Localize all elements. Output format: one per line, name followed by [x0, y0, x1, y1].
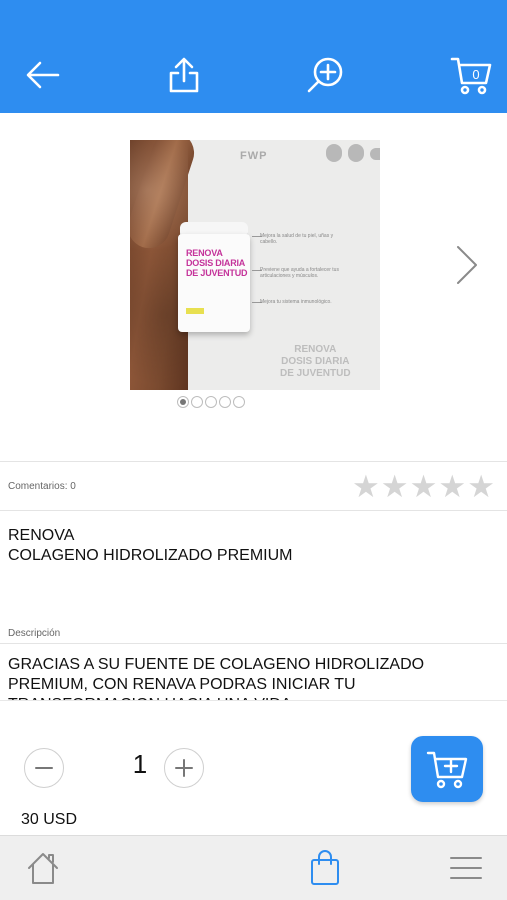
image-bullet: Mejora la salud de tu piel, uñas y cabel… — [260, 233, 334, 245]
image-caption: RENOVA DOSIS DIARIA DE JUVENTUD — [280, 344, 351, 379]
image-badges — [326, 144, 380, 162]
chevron-right-icon — [457, 246, 477, 284]
jar-label: RENOVA DOSIS DIARIA DE JUVENTUD — [186, 248, 248, 278]
description-label: Descripción — [8, 628, 61, 639]
star-icon[interactable]: ★ — [410, 471, 438, 502]
divider — [0, 510, 507, 511]
decrease-quantity-button[interactable] — [24, 748, 64, 788]
shopping-bag-icon — [311, 850, 339, 885]
pagination-dot[interactable] — [233, 396, 245, 408]
nav-shop[interactable] — [305, 848, 345, 888]
product-jar: RENOVA DOSIS DIARIA DE JUVENTUD — [178, 222, 250, 334]
cart-button[interactable]: 0 — [448, 52, 494, 98]
cart-count: 0 — [472, 67, 479, 82]
award-icon — [326, 144, 342, 162]
back-button[interactable] — [20, 52, 66, 98]
price: 30 USD — [21, 811, 78, 828]
purchase-panel: 1 30 USD — [0, 700, 507, 835]
home-icon — [28, 853, 58, 884]
pagination-dot[interactable] — [219, 396, 231, 408]
zoom-button[interactable] — [302, 52, 348, 98]
plus-icon — [175, 759, 193, 777]
menu-icon — [450, 857, 482, 879]
share-icon — [169, 57, 199, 93]
share-button[interactable] — [161, 52, 207, 98]
star-icon[interactable]: ★ — [438, 471, 466, 502]
star-icon[interactable]: ★ — [352, 471, 380, 502]
top-app-bar: 0 — [0, 0, 507, 113]
bottom-navigation — [0, 835, 507, 900]
gallery-pagination — [177, 396, 245, 408]
product-gallery[interactable]: FWP RENOVA DOSIS DIARIA DE JUVENTUD Mejo… — [0, 113, 507, 460]
product-image[interactable]: FWP RENOVA DOSIS DIARIA DE JUVENTUD Mejo… — [130, 140, 380, 390]
image-bullet: Mejora tu sistema inmunológico. — [260, 299, 332, 305]
nav-menu[interactable] — [446, 848, 486, 888]
add-to-cart-icon — [426, 751, 468, 789]
next-image-button[interactable] — [452, 243, 482, 287]
minus-icon — [35, 767, 53, 769]
quantity-value: 1 — [132, 749, 148, 779]
pagination-dot[interactable] — [177, 396, 189, 408]
add-to-cart-button[interactable] — [411, 736, 483, 802]
image-bullet: Previene que ayuda a fortalecer tus arti… — [260, 267, 339, 279]
zoom-in-icon — [307, 57, 343, 93]
divider — [0, 643, 507, 644]
product-description: GRACIAS A SU FUENTE DE COLAGENO HIDROLIZ… — [8, 656, 425, 701]
pagination-dot[interactable] — [191, 396, 203, 408]
star-icon[interactable]: ★ — [381, 471, 409, 502]
pagination-dot[interactable] — [205, 396, 217, 408]
comments-count: Comentarios: 0 — [8, 481, 76, 492]
nav-home[interactable] — [23, 848, 63, 888]
rating-stars[interactable]: ★ ★ ★ ★ ★ — [352, 471, 495, 502]
cart-icon: 0 — [450, 57, 492, 95]
divider — [0, 461, 507, 462]
gear-icon — [348, 144, 364, 162]
image-brand: FWP — [240, 150, 268, 162]
star-icon[interactable]: ★ — [467, 471, 495, 502]
increase-quantity-button[interactable] — [164, 748, 204, 788]
product-title: RENOVA COLAGENO HIDROLIZADO PREMIUM — [8, 527, 293, 564]
chat-icon — [370, 148, 380, 160]
back-arrow-icon — [26, 61, 60, 89]
